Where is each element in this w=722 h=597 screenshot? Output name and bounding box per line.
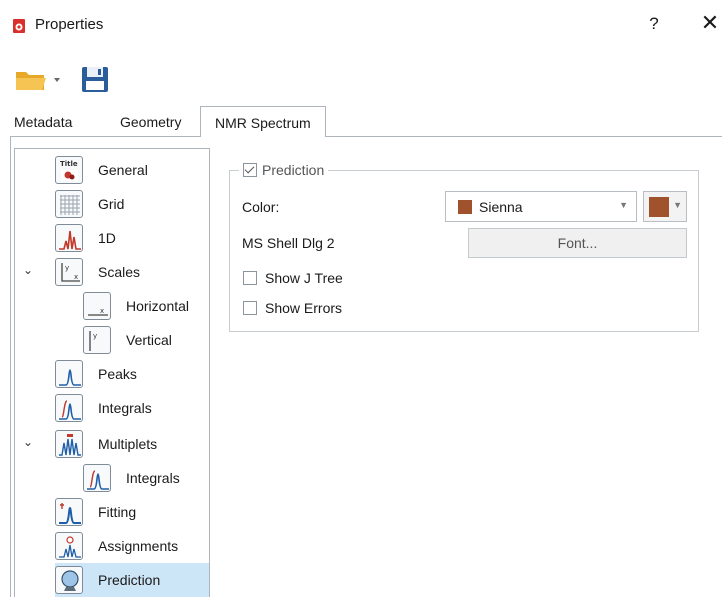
vertical-scale-icon: y [83,326,111,354]
tree-item-scales[interactable]: yx Scales [55,255,209,289]
tree-item-label: Fitting [98,504,137,520]
svg-text:Title: Title [60,160,78,168]
window-title: Properties [35,16,104,33]
tree-item-grid[interactable]: Grid [55,187,209,221]
floppy-save-icon [82,67,108,92]
prediction-group-header[interactable]: Prediction [239,160,329,180]
save-button[interactable] [80,64,110,94]
svg-text:y: y [65,264,69,272]
tab-geometry[interactable]: Geometry [120,114,181,130]
show-j-tree-label: Show J Tree [265,270,343,286]
peaks-icon [55,360,83,388]
tree-item-label: Peaks [98,366,137,382]
assignments-icon [55,532,83,560]
color-picker-button[interactable]: ▼ [643,191,687,222]
fitting-icon [55,498,83,526]
chevron-down-icon: ▼ [673,200,682,210]
tree-item-label: Grid [98,196,125,212]
tree-item-label: Prediction [98,572,161,588]
tree-item-label: Vertical [126,332,172,348]
tree-item-label: Horizontal [126,298,190,314]
tree-item-integrals[interactable]: Integrals [55,391,209,425]
chevron-down-icon: ▼ [619,200,628,210]
multiplets-icon [55,430,83,458]
title-bar: Properties ? ✕ [0,0,722,52]
tree-item-fitting[interactable]: Fitting [55,495,209,529]
tab-metadata[interactable]: Metadata [14,114,72,130]
color-dropdown[interactable]: Sienna ▼ [445,191,637,222]
toolbar [0,60,722,96]
grid-icon [55,190,83,218]
font-button[interactable]: Font... [468,228,687,258]
close-button[interactable]: ✕ [698,10,722,36]
scales-icon: yx [55,258,83,286]
tree-item-label: Assignments [98,538,179,554]
tree-item-prediction[interactable]: Prediction [55,563,209,597]
app-icon [12,19,26,33]
tree-item-1d[interactable]: 1D [55,221,209,255]
font-name-label: MS Shell Dlg 2 [242,235,335,251]
title-icon: Title [55,156,83,184]
tree-item-peaks[interactable]: Peaks [55,357,209,391]
integrals-icon [83,464,111,492]
open-button[interactable] [14,64,68,94]
tab-nmr-spectrum[interactable]: NMR Spectrum [200,106,326,137]
show-errors-checkbox[interactable] [243,301,257,315]
svg-text:x: x [100,307,104,315]
tree-item-vertical[interactable]: y Vertical [83,323,209,357]
tree-item-label: Scales [98,264,141,280]
tree-item-label: 1D [98,230,116,246]
chevron-down-icon[interactable]: ⌄ [23,435,33,449]
tree-item-assignments[interactable]: Assignments [55,529,209,563]
tree-item-general[interactable]: Title General [55,153,209,187]
tree-item-label: General [98,162,148,178]
horizontal-scale-icon: x [83,292,111,320]
spectrum-1d-icon [55,224,83,252]
integrals-icon [55,394,83,422]
tree-item-label: Integrals [98,400,152,416]
show-j-tree-checkbox[interactable] [243,271,257,285]
prediction-icon [55,566,83,594]
settings-tree: Title General Grid 1D ⌄ yx Scales x Hori… [14,148,210,597]
prediction-enabled-checkbox[interactable] [243,163,257,177]
svg-text:y: y [93,332,97,340]
show-errors-option[interactable]: Show Errors [243,300,342,316]
tree-item-horizontal[interactable]: x Horizontal [83,289,209,323]
chevron-down-icon[interactable]: ⌄ [23,263,33,277]
prediction-group-label: Prediction [262,162,325,178]
color-dropdown-value: Sienna [479,199,523,215]
tree-item-multiplets[interactable]: Multiplets [55,427,209,461]
color-swatch [649,197,669,217]
folder-open-icon [16,72,60,90]
show-j-tree-option[interactable]: Show J Tree [243,270,343,286]
tree-item-label: Multiplets [98,436,158,452]
help-button[interactable]: ? [644,14,664,34]
color-swatch [458,200,472,214]
svg-text:x: x [74,273,78,281]
tree-item-multiplet-integrals[interactable]: Integrals [83,461,209,495]
show-errors-label: Show Errors [265,300,343,316]
color-label: Color: [242,199,280,215]
tree-item-label: Integrals [126,470,180,486]
